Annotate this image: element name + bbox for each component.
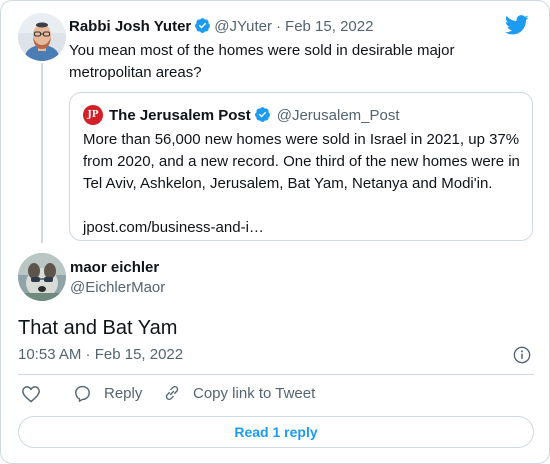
jpost-logo: JP (83, 105, 103, 125)
main-tweet-text: That and Bat Yam (18, 317, 178, 339)
copy-link-label: Copy link to Tweet (193, 384, 316, 402)
main-author-name[interactable]: maor eichler (70, 259, 159, 276)
parent-author-name[interactable]: Rabbi Josh Yuter (69, 18, 191, 35)
divider (18, 374, 534, 375)
copy-link-button[interactable]: Copy link to Tweet (163, 384, 315, 402)
thread-connector-line (41, 63, 43, 243)
read-replies-button[interactable]: Read 1 reply (18, 416, 534, 448)
main-author-handle[interactable]: @EichlerMaor (70, 279, 165, 296)
header-separator: · (276, 18, 282, 35)
verified-badge-icon (195, 18, 211, 33)
quoted-tweet-link[interactable]: jpost.com/business-and-i… (83, 217, 520, 239)
main-author-avatar[interactable] (18, 253, 66, 301)
info-icon[interactable] (513, 346, 531, 364)
quoted-tweet-card[interactable]: JP The Jerusalem Post @Jerusalem_Post Mor… (69, 92, 533, 241)
parent-tweet-date[interactable]: Feb 15, 2022 (285, 18, 373, 35)
parent-tweet-line: You mean most of the homes were sold in … (69, 42, 455, 59)
quoted-tweet-line: Tel Aviv, Ashkelon, Jerusalem, Bat Yam, … (83, 175, 493, 192)
quoted-tweet-line: from 2020, and a new record. One third o… (83, 153, 520, 170)
parent-tweet-line: metropolitan areas? (69, 64, 202, 81)
heart-icon (22, 386, 40, 403)
quoted-tweet-line: More than 56,000 new homes were sold in … (83, 131, 520, 148)
parent-author-handle[interactable]: @JYuter (214, 18, 272, 35)
main-tweet-timestamp[interactable]: 10:53 AM · Feb 15, 2022 (18, 346, 183, 363)
link-icon (165, 386, 179, 400)
tweet-embed-card: Rabbi Josh Yuter @JYuter · Feb 15, 2022 You… (0, 0, 550, 464)
parent-tweet-text: You mean most of the homes were sold in … (69, 40, 454, 84)
verified-badge-icon (254, 107, 270, 122)
quoted-tweet-text: More than 56,000 new homes were sold in … (83, 129, 520, 239)
quoted-author-name: The Jerusalem Post (109, 107, 251, 124)
like-button[interactable] (21, 384, 53, 404)
twitter-bird-icon[interactable] (505, 15, 529, 35)
reply-icon (75, 385, 90, 402)
parent-author-avatar[interactable] (18, 13, 66, 61)
reply-label: Reply (104, 385, 143, 402)
parent-tweet-header: Rabbi Josh Yuter @JYuter · Feb 15, 2022 (69, 17, 373, 36)
quoted-author-handle: @Jerusalem_Post (276, 107, 400, 124)
reply-button[interactable]: Reply (73, 384, 142, 403)
quoted-tweet-header: The Jerusalem Post @Jerusalem_Post (109, 106, 400, 125)
